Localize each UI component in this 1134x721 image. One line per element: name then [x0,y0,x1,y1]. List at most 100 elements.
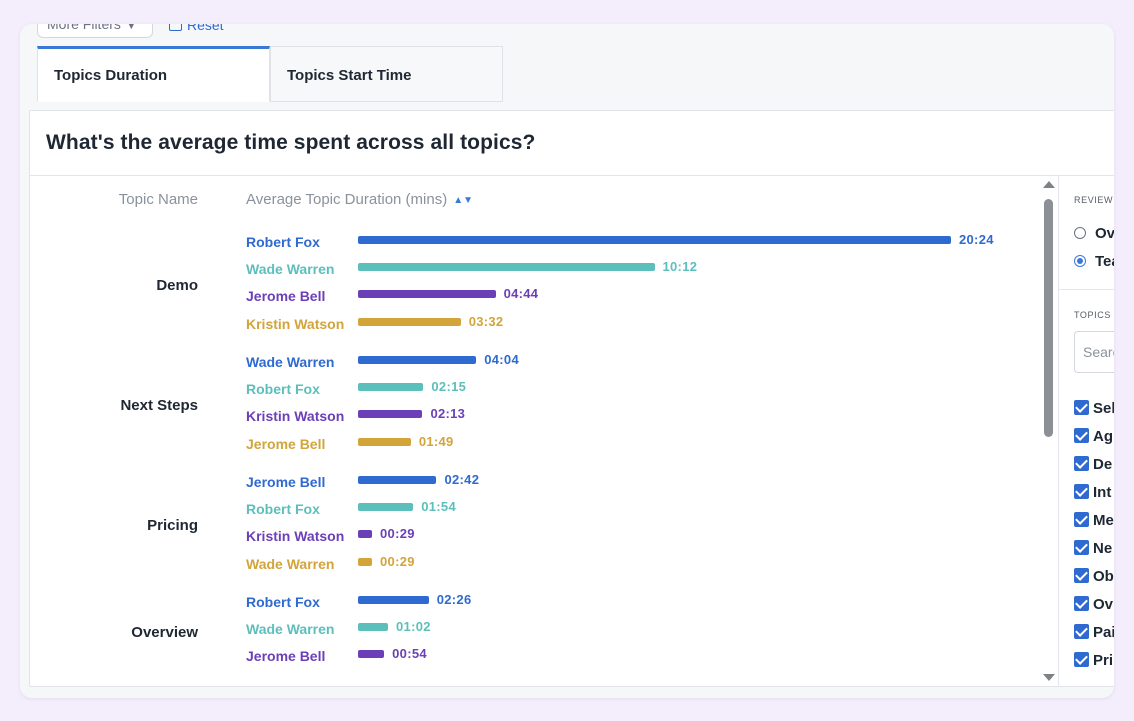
topic-name-label: Pricing [147,517,198,535]
series-name-label: Jerome Bell [246,288,326,305]
checkbox-checked-icon [1074,568,1089,583]
duration-bar[interactable] [358,383,424,392]
duration-bar[interactable] [358,557,373,566]
duration-value-label: 01:49 [418,433,454,449]
series-name-label: Robert Fox [246,594,320,610]
series-name-label: Wade Warren [246,354,335,370]
series-name-label: Wade Warren [246,555,335,572]
topic-checkbox-item[interactable]: Pri [1074,652,1113,669]
checkbox-label: Ov [1093,596,1114,613]
series-name-label: Kristin Watson [246,408,345,425]
panel-title: What's the average time spent across all… [46,131,536,154]
duration-value-label: 03:32 [468,313,504,329]
topic-checkbox-item[interactable]: Ov [1074,596,1113,613]
radio-option-team[interactable]: Tea [1074,253,1114,270]
radio-label: Ov [1095,225,1114,242]
topics-heading: TOPICS I [1074,310,1114,320]
topic-checkbox-item[interactable]: Sel [1074,400,1114,417]
checkbox-label: Int [1093,484,1112,501]
radio-label: Tea [1095,253,1114,270]
checkbox-label: Pai [1093,624,1114,641]
series-name-label: Robert Fox [246,381,320,398]
scroll-up-arrow-icon[interactable] [1043,181,1055,188]
duration-value-label: 01:02 [396,619,431,635]
duration-bar[interactable] [358,437,411,446]
checkbox-checked-icon [1074,596,1089,611]
checkbox-checked-icon [1074,400,1089,415]
sort-icon: ▲▼ [453,195,474,206]
topic-checkbox-item[interactable]: Me [1074,512,1114,529]
series-name-label: Robert Fox [246,234,320,250]
topics-search-input[interactable]: Search [1074,331,1114,373]
topic-checkbox-item[interactable]: Ne [1074,540,1112,557]
radio-option-overall[interactable]: Ov [1074,225,1114,242]
duration-value-label: 02:26 [436,592,472,607]
sidebar-divider [1059,289,1114,290]
duration-value-label: 00:54 [392,646,427,662]
topic-checkbox-item[interactable]: Int [1074,484,1111,501]
column-header-topic: Topic Name [118,191,198,208]
topic-checkbox-item[interactable]: Ag [1074,428,1113,445]
reset-link[interactable]: Reset [169,24,224,33]
reset-label: Reset [187,24,224,33]
more-filters-dropdown[interactable]: More Filters ▼ [37,24,153,38]
chart-scrollbar[interactable] [1042,179,1056,686]
topic-checkbox-item[interactable]: De [1074,456,1112,473]
topic-name-label: Overview [131,623,198,641]
series-name-label: Jerome Bell [246,435,326,452]
scroll-down-arrow-icon[interactable] [1043,674,1055,681]
duration-value-label: 00:29 [380,553,415,569]
checkbox-checked-icon [1074,484,1089,499]
topic-checkbox-item[interactable]: Pai [1074,624,1114,641]
column-header-duration-label: Average Topic Duration (mins) [246,191,448,208]
calendar-reset-icon [169,24,182,31]
checkbox-checked-icon [1074,512,1089,527]
duration-bar[interactable] [358,410,423,419]
checkbox-checked-icon [1074,540,1089,555]
duration-bar[interactable] [358,317,461,326]
tab-topics-start-time[interactable]: Topics Start Time [270,46,503,102]
radio-icon [1074,227,1086,239]
duration-bar[interactable] [358,263,655,272]
duration-bar[interactable] [358,596,429,604]
duration-value-label: 20:24 [959,232,994,247]
checkbox-label: Pri [1093,652,1114,669]
duration-bar[interactable] [358,503,414,512]
scrollbar-thumb[interactable] [1044,199,1053,437]
duration-bar[interactable] [358,290,496,299]
duration-value-label: 02:15 [431,379,467,395]
topic-name-label: Demo [156,277,198,295]
series-name-label: Jerome Bell [246,648,326,665]
series-name-label: Robert Fox [246,501,320,518]
checkbox-checked-icon [1074,624,1089,639]
duration-bar[interactable] [358,476,437,484]
duration-value-label: 10:12 [662,259,698,275]
duration-value-label: 00:29 [380,526,415,542]
duration-value-label: 01:54 [421,499,456,515]
checkbox-label: Ob [1093,568,1114,585]
duration-bar[interactable] [358,650,385,659]
chart-panel: What's the average time spent across all… [29,110,1114,687]
column-header-duration[interactable]: Average Topic Duration (mins) ▲▼ [246,191,473,208]
duration-bar[interactable] [358,236,951,244]
duration-value-label: 04:44 [503,286,539,302]
filter-sidebar: REVIEW Ov Tea TOPICS I Search Sel Ag De Int… [1058,176,1114,686]
duration-bar[interactable] [358,623,389,632]
duration-bar[interactable] [358,530,373,539]
tab-topics-duration[interactable]: Topics Duration [37,46,270,102]
topic-checkbox-item[interactable]: Ob [1074,568,1114,585]
duration-value-label: 02:42 [444,472,480,487]
topic-name-label: Next Steps [120,397,198,415]
checkbox-checked-icon [1074,428,1089,443]
more-filters-label: More Filters [47,24,121,32]
series-name-label: Wade Warren [246,261,335,278]
review-heading: REVIEW [1074,195,1114,205]
app-frame: More Filters ▼ Reset Topics Duration Topi… [20,24,1114,698]
duration-bar[interactable] [358,356,477,364]
series-name-label: Jerome Bell [246,474,326,490]
filter-bar: More Filters ▼ Reset [20,24,1114,38]
checkbox-label: Ne [1093,540,1113,557]
series-name-label: Wade Warren [246,621,335,638]
checkbox-label: De [1093,456,1113,473]
series-name-label: Kristin Watson [246,315,345,332]
